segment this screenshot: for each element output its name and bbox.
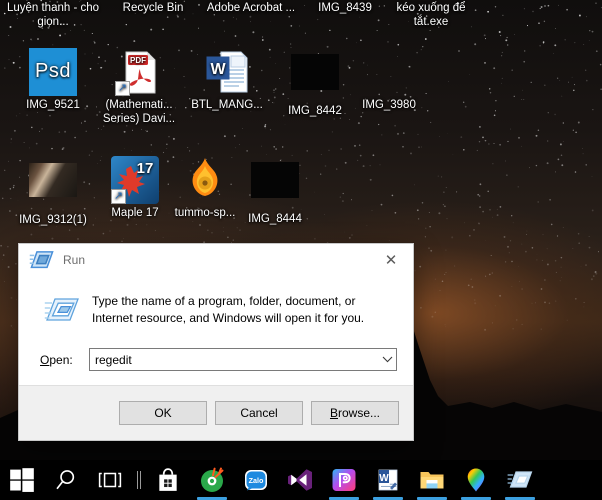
task-view-button[interactable]	[88, 460, 132, 500]
visual-studio-button[interactable]	[278, 460, 322, 500]
picsart-icon	[332, 469, 356, 491]
desktop-icon-label: BTL_MANG...	[191, 99, 263, 111]
paint-3d-button[interactable]	[454, 460, 498, 500]
run-dialog-footer: OK Cancel Browse...	[19, 385, 413, 440]
browse-button[interactable]: Browse...	[311, 401, 399, 425]
run-open-row: Open:	[35, 348, 397, 371]
svg-text:W: W	[379, 473, 389, 484]
close-icon[interactable]: ✕	[369, 244, 413, 275]
taskbar[interactable]: Zalo W	[0, 460, 602, 500]
svg-text:W: W	[210, 61, 226, 78]
open-label-rest: pen:	[49, 352, 73, 367]
zalo-icon: Zalo	[245, 470, 267, 491]
microsoft-store-button[interactable]	[146, 460, 190, 500]
desktop-icon-label: IMG_9521	[26, 99, 80, 111]
open-label: Open:	[35, 353, 89, 367]
search-icon	[56, 470, 75, 490]
windows-logo-icon	[10, 468, 34, 492]
desktop-icon-label: Luyện thanh - cho giọn...	[6, 2, 100, 28]
open-combobox[interactable]	[89, 348, 397, 371]
desktop-icon-img-9521[interactable]: Psd IMG_9521	[4, 48, 102, 113]
desktop-icon-label: Recycle Bin	[122, 2, 184, 14]
ok-button[interactable]: OK	[119, 401, 207, 425]
svg-text:Zalo: Zalo	[249, 476, 264, 485]
desktop-icon-keo-xuong-de-tat-exe[interactable]: kéo xuống để tắt.exe	[382, 2, 480, 29]
black-image-thumb	[291, 54, 339, 102]
pdf-file-icon: PDF ↗	[115, 48, 163, 96]
word-doc-icon: W	[203, 48, 251, 96]
desktop-icon-luyen-thanh[interactable]: Luyện thanh - cho giọn...	[4, 2, 102, 29]
run-taskbar-button[interactable]	[498, 460, 542, 500]
search-button[interactable]	[44, 460, 88, 500]
separator-icon	[137, 471, 141, 489]
run-large-icon	[44, 298, 79, 321]
taskbar-separator	[132, 460, 146, 500]
picsart-button[interactable]	[322, 460, 366, 500]
desktop-icon-adobe-acrobat[interactable]: Adobe Acrobat ...	[202, 2, 300, 16]
visual-studio-icon	[288, 469, 312, 491]
chevron-down-icon[interactable]	[379, 349, 396, 370]
run-dialog-titlebar[interactable]: Run ✕	[19, 244, 413, 275]
run-dialog-body: Type the name of a program, folder, docu…	[19, 275, 413, 387]
desktop-icon-label: (Mathemati... Series) Davi...	[102, 99, 176, 125]
run-app-icon	[507, 471, 533, 488]
browse-button-rest: rowse...	[338, 406, 381, 420]
store-icon	[159, 468, 177, 491]
file-explorer-button[interactable]	[410, 460, 454, 500]
flame-icon	[181, 156, 229, 204]
cancel-button[interactable]: Cancel	[215, 401, 303, 425]
run-dialog-prompt: Type the name of a program, folder, docu…	[92, 294, 365, 325]
desktop-icon-recycle-bin[interactable]: Recycle Bin	[104, 2, 202, 16]
desktop-icon-label: IMG_3980	[362, 99, 416, 111]
desktop-icon-label: Adobe Acrobat ...	[206, 2, 296, 14]
open-label-accel: O	[40, 352, 50, 367]
desktop-icon-label: IMG_8439	[318, 2, 372, 14]
run-dialog-title: Run	[63, 252, 86, 267]
folder-icon	[420, 472, 444, 489]
word-icon: W	[378, 469, 398, 491]
desktop-icon-img-8444[interactable]: IMG_8444	[226, 156, 324, 227]
zalo-button[interactable]: Zalo	[234, 460, 278, 500]
browse-button-accel: B	[329, 406, 338, 420]
photo-image-thumb	[29, 163, 77, 211]
task-view-icon	[98, 472, 122, 488]
photo-image-thumb	[365, 48, 413, 96]
shortcut-overlay-icon: ↗	[111, 189, 126, 204]
green-circle-icon	[201, 467, 224, 492]
desktop-icon-label: kéo xuống để tắt.exe	[396, 2, 466, 28]
desktop-icon-btl-mang[interactable]: W BTL_MANG...	[178, 48, 276, 113]
desktop-icon-label: IMG_8444	[248, 213, 302, 225]
word-button[interactable]: W	[366, 460, 410, 500]
psd-file-icon: Psd	[29, 48, 77, 96]
unikey-button[interactable]	[190, 460, 234, 500]
desktop-icon-img-8439[interactable]: IMG_8439	[296, 2, 394, 16]
shortcut-overlay-icon: ↗	[115, 81, 130, 96]
open-input[interactable]	[90, 349, 379, 370]
desktop-icon-img-3980[interactable]: IMG_3980	[340, 48, 438, 113]
desktop-icon-mathematical-series-david[interactable]: PDF ↗ (Mathemati... Series) Davi...	[90, 48, 188, 126]
svg-text:PDF: PDF	[130, 56, 146, 65]
paint3d-icon	[467, 468, 485, 492]
run-dialog[interactable]: Run ✕ Type the name of a program, folder…	[18, 243, 414, 441]
svg-text:17: 17	[137, 160, 154, 177]
maple-app-icon: 17 ↗	[111, 156, 159, 204]
start-button[interactable]	[0, 460, 44, 500]
run-app-icon	[29, 250, 54, 268]
black-image-thumb	[251, 162, 299, 210]
